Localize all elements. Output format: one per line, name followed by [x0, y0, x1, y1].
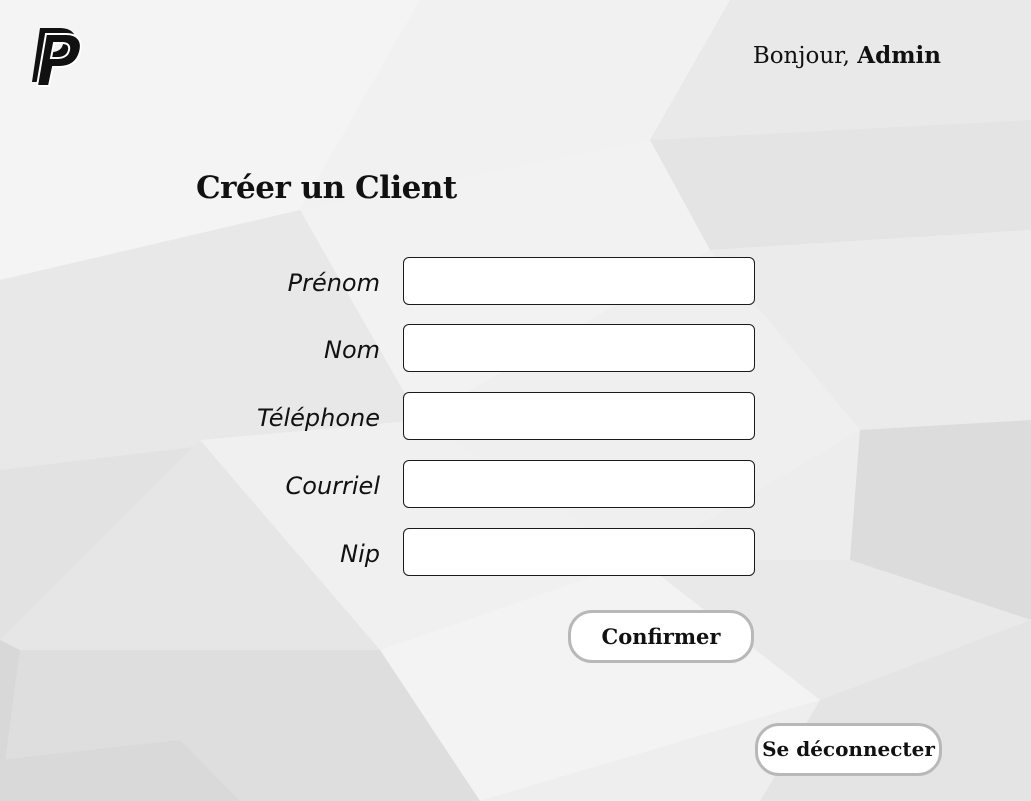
- nom-input[interactable]: [403, 324, 755, 372]
- paypal-logo-icon: [32, 28, 82, 87]
- form-row-prenom: Prénom: [0, 257, 760, 305]
- nip-label: Nip: [340, 540, 380, 568]
- user-greeting: Bonjour, Admin: [753, 42, 941, 69]
- courriel-input[interactable]: [403, 460, 755, 508]
- user-name: Admin: [857, 42, 941, 69]
- form-row-courriel: Courriel: [0, 460, 760, 508]
- form-row-nom: Nom: [0, 324, 760, 372]
- nom-label: Nom: [323, 336, 380, 364]
- prenom-label: Prénom: [287, 269, 380, 297]
- nip-input[interactable]: [403, 528, 755, 576]
- telephone-input[interactable]: [403, 392, 755, 440]
- courriel-label: Courriel: [285, 472, 381, 500]
- greeting-prefix: Bonjour,: [752, 43, 850, 69]
- form-row-telephone: Téléphone: [0, 392, 760, 440]
- page-title: Créer un Client: [196, 170, 457, 206]
- confirm-button[interactable]: Confirmer: [568, 610, 754, 663]
- form-row-nip: Nip: [0, 528, 760, 576]
- telephone-label: Téléphone: [257, 404, 380, 432]
- logout-button[interactable]: Se déconnecter: [755, 723, 942, 776]
- prenom-input[interactable]: [403, 257, 755, 305]
